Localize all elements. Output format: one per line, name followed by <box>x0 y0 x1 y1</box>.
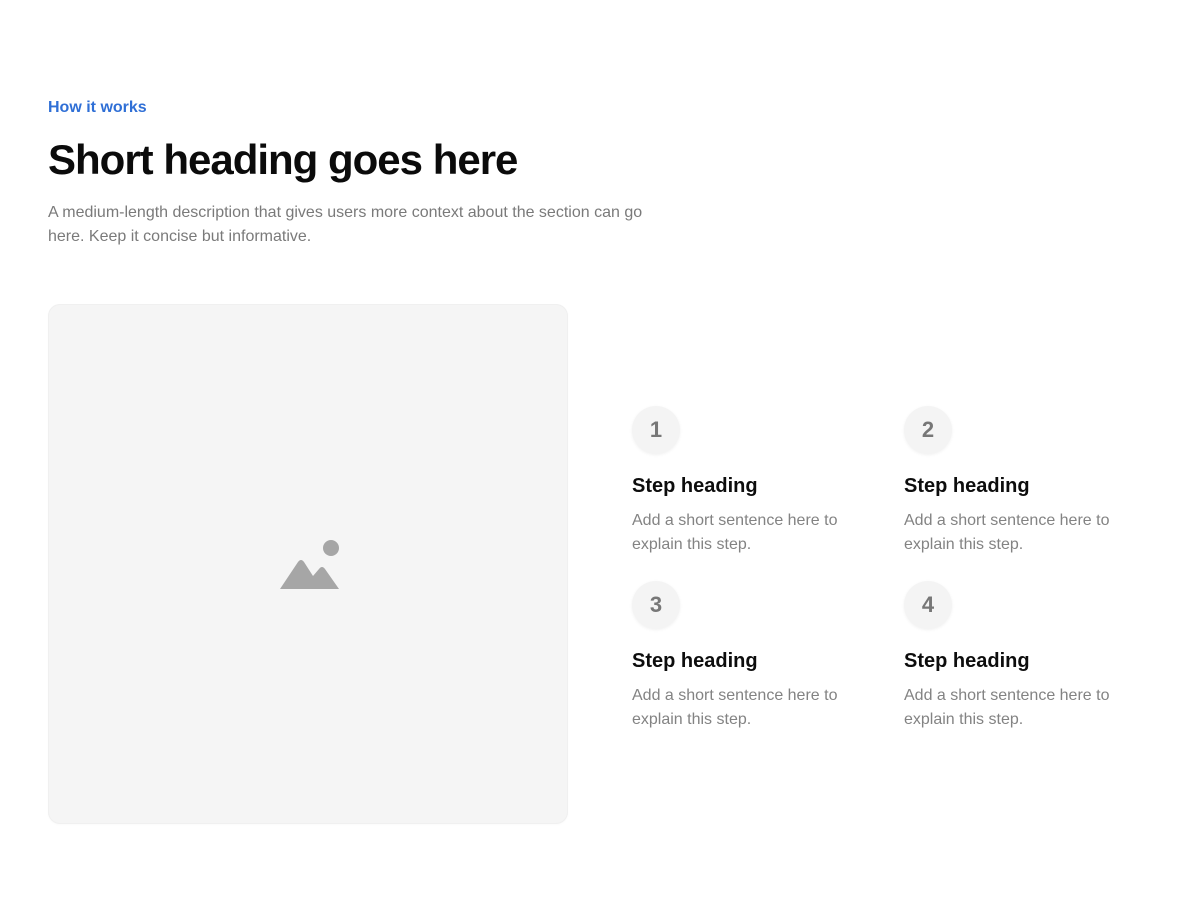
step-description: Add a short sentence here to explain thi… <box>904 512 1110 553</box>
section-header: How it works Short heading goes here A m… <box>48 97 688 249</box>
section-description: A medium-length description that gives u… <box>48 204 643 245</box>
step-number-badge: 3 <box>632 581 680 629</box>
step-item: 2 Step heading Add a short sentence here… <box>904 406 1144 557</box>
image-placeholder-icon <box>280 540 339 589</box>
step-number-badge: 1 <box>632 406 680 454</box>
step-item: 4 Step heading Add a short sentence here… <box>904 581 1144 732</box>
step-heading: Step heading <box>632 475 758 497</box>
step-description: Add a short sentence here to explain thi… <box>904 687 1110 728</box>
step-heading: Step heading <box>904 475 1030 497</box>
step-item: 3 Step heading Add a short sentence here… <box>632 581 872 732</box>
step-number-badge: 2 <box>904 406 952 454</box>
step-heading: Step heading <box>632 650 758 672</box>
section-title: Short heading goes here <box>48 136 518 183</box>
step-description: Add a short sentence here to explain thi… <box>632 512 838 553</box>
step-number-badge: 4 <box>904 581 952 629</box>
step-heading: Step heading <box>904 650 1030 672</box>
step-item: 1 Step heading Add a short sentence here… <box>632 406 872 557</box>
steps-grid: 1 Step heading Add a short sentence here… <box>632 406 1152 732</box>
step-description: Add a short sentence here to explain thi… <box>632 687 838 728</box>
how-it-works-section: How it works Short heading goes here A m… <box>0 0 1200 920</box>
section-eyebrow: How it works <box>48 99 147 116</box>
